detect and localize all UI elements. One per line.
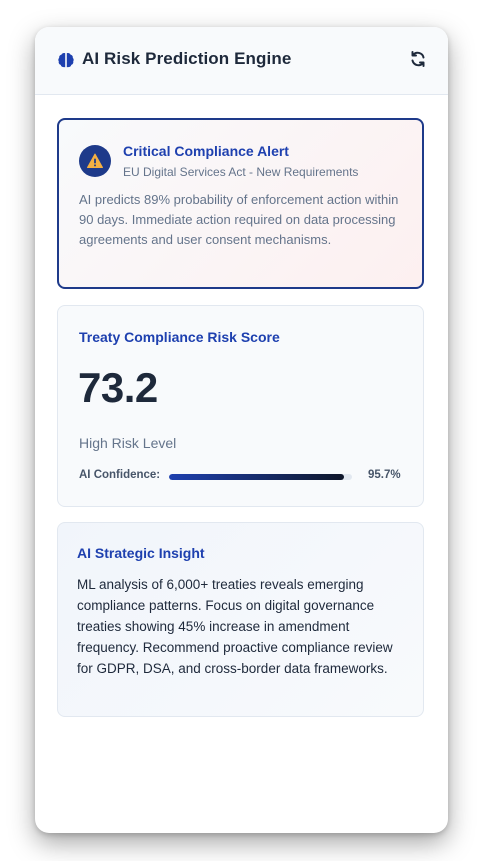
page-title: AI Risk Prediction Engine [82, 49, 292, 68]
brain-icon [57, 51, 75, 69]
insight-text: ML analysis of 6,000+ treaties reveals e… [77, 577, 393, 676]
risk-score-card: Treaty Compliance Risk Score 73.2 High R… [57, 305, 424, 507]
confidence-value: 95.7% [368, 469, 401, 481]
confidence-bar [169, 474, 352, 480]
strategic-insight-card: AI Strategic Insight ML analysis of 6,00… [57, 522, 424, 717]
risk-score-title: Treaty Compliance Risk Score [79, 329, 280, 345]
insight-title: AI Strategic Insight [77, 545, 205, 561]
confidence-bar-fill [169, 474, 345, 480]
compliance-alert-card: Critical Compliance Alert EU Digital Ser… [57, 118, 424, 289]
panel-header: AI Risk Prediction Engine [35, 27, 448, 95]
confidence-label: AI Confidence: [79, 469, 161, 481]
alert-message: AI predicts 89% probability of enforceme… [79, 192, 399, 247]
refresh-icon[interactable] [409, 50, 427, 68]
alert-badge [79, 145, 111, 177]
risk-level-label: High Risk Level [79, 435, 177, 451]
risk-score-value: 73.2 [78, 364, 158, 411]
risk-prediction-panel: AI Risk Prediction Engine Critical Compl… [35, 27, 448, 833]
alert-subtitle: EU Digital Services Act - New Requiremen… [123, 165, 359, 179]
alert-title: Critical Compliance Alert [123, 143, 289, 159]
warning-icon [87, 153, 103, 168]
